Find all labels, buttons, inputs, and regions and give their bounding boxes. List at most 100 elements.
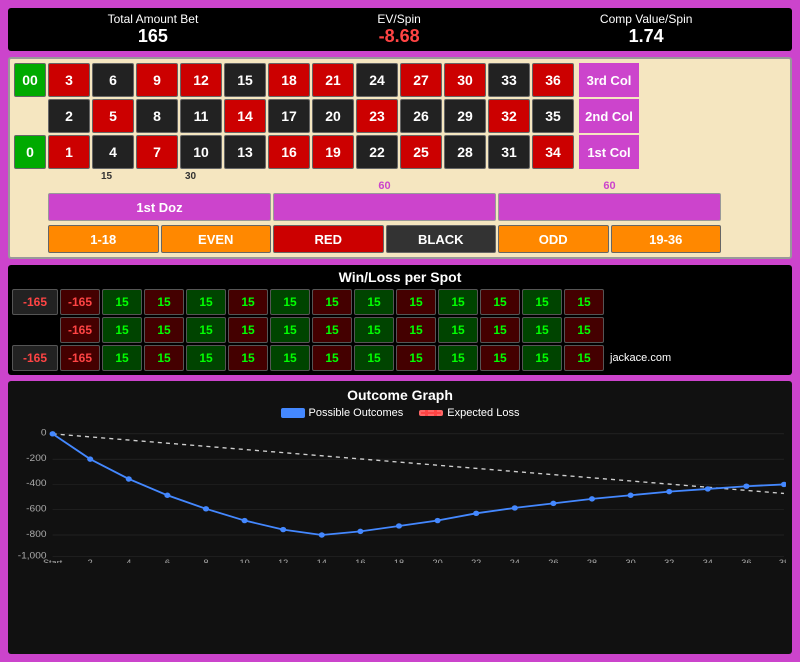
svg-text:36: 36	[741, 558, 751, 563]
num-3[interactable]: 3	[48, 63, 90, 97]
wl-cell: 15	[522, 345, 562, 371]
num-27[interactable]: 27	[400, 63, 442, 97]
svg-text:10: 10	[239, 558, 249, 563]
ev-stat: EV/Spin -8.68	[377, 12, 420, 47]
svg-text:-600: -600	[26, 504, 46, 514]
total-bet-stat: Total Amount Bet 165	[108, 12, 199, 47]
svg-text:14: 14	[317, 558, 327, 563]
total-bet-label: Total Amount Bet	[108, 12, 199, 26]
wl-cell: 15	[144, 345, 184, 371]
zero-00[interactable]: 00	[14, 63, 46, 97]
num-6[interactable]: 6	[92, 63, 134, 97]
num-12[interactable]: 12	[180, 63, 222, 97]
num-22[interactable]: 22	[356, 135, 398, 169]
num-10[interactable]: 1030	[180, 135, 222, 169]
wl-cell: -165	[60, 289, 100, 315]
num-34[interactable]: 34	[532, 135, 574, 169]
num-23[interactable]: 23	[356, 99, 398, 133]
bet-even[interactable]: EVEN	[161, 225, 272, 253]
num-2[interactable]: 2	[48, 99, 90, 133]
num-21[interactable]: 21	[312, 63, 354, 97]
graph-section: Outcome Graph Possible Outcomes Expected…	[8, 381, 792, 654]
comp-stat: Comp Value/Spin 1.74	[600, 12, 693, 47]
num-7[interactable]: 7	[136, 135, 178, 169]
num-30[interactable]: 30	[444, 63, 486, 97]
num-14[interactable]: 14	[224, 99, 266, 133]
wl-cell: -165	[12, 345, 58, 371]
dozen-1st[interactable]: 1st Doz	[48, 193, 271, 221]
svg-text:30: 30	[625, 558, 635, 563]
wl-cell: 15	[354, 345, 394, 371]
num-29[interactable]: 29	[444, 99, 486, 133]
zero-0[interactable]: 0	[14, 135, 46, 169]
wl-cell: 15	[312, 317, 352, 343]
col-1st-label: 1st Col	[579, 135, 639, 169]
bet-19-36[interactable]: 19-36	[611, 225, 722, 253]
bet-odd[interactable]: ODD	[498, 225, 609, 253]
wl-row-1: -165 -165 15 15 15 15 15 15 15 15 15 15 …	[12, 289, 788, 315]
num-1[interactable]: 1	[48, 135, 90, 169]
outside-bets-row: 1-18 EVEN RED BLACK ODD 19-36	[48, 225, 786, 253]
svg-text:34: 34	[703, 558, 713, 563]
dozen-3rd[interactable]: 60	[498, 193, 721, 221]
wl-cell: 15	[480, 317, 520, 343]
wl-cell: 15	[354, 317, 394, 343]
bet-1-18[interactable]: 1-18	[48, 225, 159, 253]
bet-black[interactable]: BLACK	[386, 225, 497, 253]
jackace-label: jackace.com	[610, 352, 671, 364]
dozen-2nd-bet: 60	[378, 180, 390, 192]
wl-cell: 15	[564, 317, 604, 343]
num-18[interactable]: 18	[268, 63, 310, 97]
num-5[interactable]: 5	[92, 99, 134, 133]
num-26[interactable]: 26	[400, 99, 442, 133]
num-32[interactable]: 32	[488, 99, 530, 133]
svg-text:-400: -400	[26, 479, 46, 489]
num-16[interactable]: 16	[268, 135, 310, 169]
table-grid: 00 0 3 6 9 12 15 18 21 24 27 30	[14, 63, 786, 253]
dozen-2nd[interactable]: 60	[273, 193, 496, 221]
num-19[interactable]: 19	[312, 135, 354, 169]
num-8[interactable]: 8	[136, 99, 178, 133]
num-33[interactable]: 33	[488, 63, 530, 97]
wl-cell: 15	[186, 317, 226, 343]
wl-row-3: -165 -165 15 15 15 15 15 15 15 15 15 15 …	[12, 345, 788, 371]
bet-red[interactable]: RED	[273, 225, 384, 253]
ev-value: -8.68	[377, 26, 420, 47]
wl-cell: 15	[102, 289, 142, 315]
wl-cell: 15	[354, 289, 394, 315]
winloss-title: Win/Loss per Spot	[12, 269, 788, 285]
num-35[interactable]: 35	[532, 99, 574, 133]
svg-text:8: 8	[203, 558, 208, 563]
graph-svg: 0 -200 -400 -600 -800 -1,000	[14, 423, 786, 563]
svg-text:26: 26	[548, 558, 558, 563]
num-36[interactable]: 36	[532, 63, 574, 97]
num-11[interactable]: 11	[180, 99, 222, 133]
wl-cell: 15	[228, 289, 268, 315]
col-2nd-label: 2nd Col	[579, 99, 639, 133]
svg-text:4: 4	[126, 558, 131, 563]
svg-text:18: 18	[394, 558, 404, 563]
num-24[interactable]: 24	[356, 63, 398, 97]
legend-expected-color	[419, 410, 443, 416]
num-15[interactable]: 15	[224, 63, 266, 97]
num-28[interactable]: 28	[444, 135, 486, 169]
wl-cell: 15	[186, 289, 226, 315]
legend-possible: Possible Outcomes	[281, 407, 404, 419]
num-9[interactable]: 9	[136, 63, 178, 97]
wl-cell: -165	[12, 289, 58, 315]
dozen-row: 1st Doz 60 60	[48, 193, 786, 221]
num-4[interactable]: 415	[92, 135, 134, 169]
num-13[interactable]: 13	[224, 135, 266, 169]
winloss-section: Win/Loss per Spot -165 -165 15 15 15 15 …	[8, 265, 792, 375]
wl-cell: 15	[144, 289, 184, 315]
wl-cell: 15	[144, 317, 184, 343]
number-row-2: 2 5 8 11 14 17 20 23 26 29 32 35 2nd Col	[48, 99, 786, 133]
num-31[interactable]: 31	[488, 135, 530, 169]
wl-cell: 15	[186, 345, 226, 371]
zeros-column: 00 0	[14, 63, 46, 253]
num-25[interactable]: 25	[400, 135, 442, 169]
wl-cell: 15	[522, 289, 562, 315]
num-17[interactable]: 17	[268, 99, 310, 133]
wl-cell: 15	[228, 345, 268, 371]
num-20[interactable]: 20	[312, 99, 354, 133]
